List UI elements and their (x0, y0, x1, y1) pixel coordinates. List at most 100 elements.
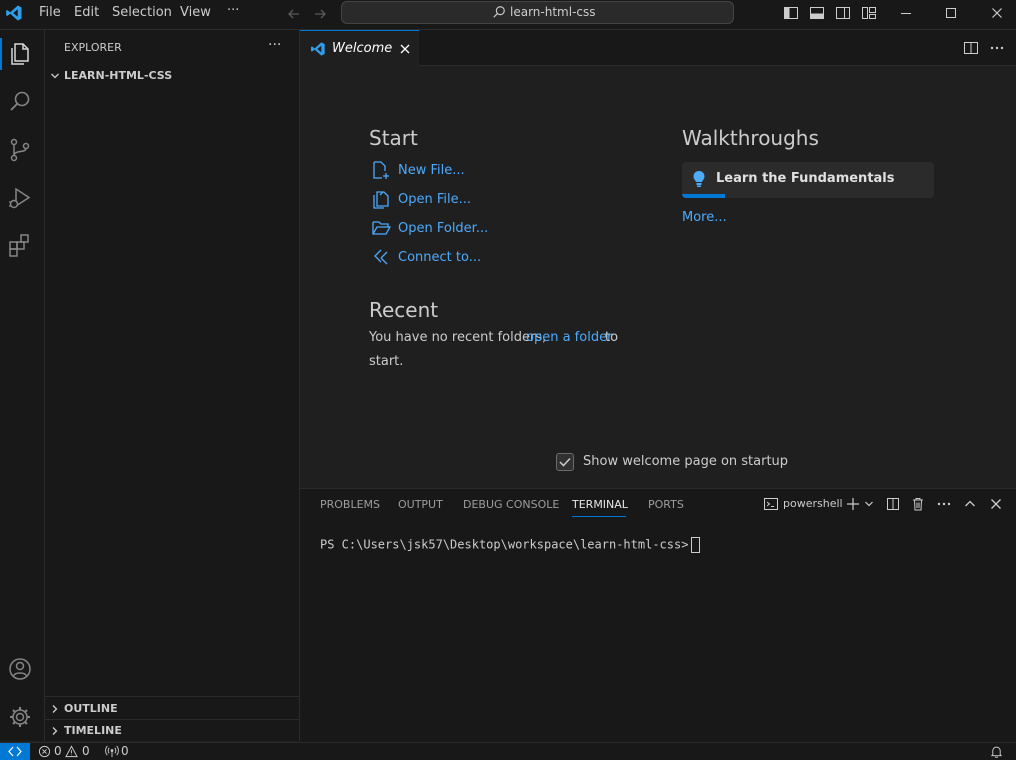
explorer-files-icon[interactable] (6, 40, 34, 68)
terminal-shell-name[interactable]: powershell (783, 497, 843, 510)
editor-tab-bar: Welcome (300, 30, 1016, 66)
terminal-shell-icon (763, 496, 779, 512)
walkthrough-progress-track (682, 194, 934, 198)
chevron-up-icon[interactable] (962, 496, 978, 512)
trash-icon[interactable] (910, 496, 926, 512)
search-icon (492, 5, 506, 19)
more-walkthroughs-link[interactable]: More... (682, 210, 727, 225)
split-terminal-icon[interactable] (885, 496, 901, 512)
terminal-prompt: PS C:\Users\jsk57\Desktop\workspace\lear… (320, 537, 689, 552)
tab-ports[interactable]: PORTS (648, 498, 684, 511)
minimize-icon[interactable] (898, 5, 914, 21)
error-icon (38, 745, 51, 758)
open-a-folder-link[interactable]: open a folder (526, 330, 612, 345)
tab-debug-console[interactable]: DEBUG CONSOLE (463, 498, 559, 511)
vscode-logo-icon (310, 41, 326, 57)
search-icon[interactable] (6, 88, 34, 116)
tab-welcome[interactable]: Welcome (300, 30, 419, 66)
warning-count[interactable]: 0 (82, 744, 90, 758)
toggle-secondary-sidebar-icon[interactable] (835, 5, 851, 21)
broadcast-ports-icon (105, 745, 119, 758)
remote-icon (8, 746, 22, 757)
close-window-icon[interactable] (989, 5, 1005, 21)
customize-layout-icon[interactable] (861, 5, 877, 21)
ports-count[interactable]: 0 (121, 744, 129, 758)
warning-icon (65, 745, 78, 758)
timeline-section-header[interactable]: TIMELINE (45, 720, 299, 742)
recent-heading: Recent (369, 298, 439, 322)
tab-terminal[interactable]: TERMINAL (572, 498, 628, 511)
status-bar: 0 0 0 (0, 742, 1016, 760)
recent-text: You have no recent folders, (369, 330, 547, 345)
command-center-label: learn-html-css (510, 5, 596, 19)
error-count[interactable]: 0 (54, 744, 62, 758)
menu-view[interactable]: View (180, 5, 211, 20)
activity-bar (0, 30, 45, 741)
open-folder-link[interactable]: Open Folder... (398, 221, 488, 236)
back-arrow-icon[interactable] (286, 6, 302, 22)
chevron-down-icon (49, 70, 61, 82)
title-bar: File Edit Selection View ··· learn-html-… (0, 0, 1016, 30)
active-indicator (0, 38, 2, 70)
chevron-right-icon (49, 725, 61, 737)
terminal-cursor (691, 537, 701, 553)
toggle-panel-icon[interactable] (809, 5, 825, 21)
panel-more-actions-icon[interactable] (936, 496, 952, 512)
walkthrough-card[interactable]: Learn the Fundamentals (682, 162, 934, 198)
lightbulb-icon (692, 170, 706, 188)
open-file-link[interactable]: Open File... (398, 192, 471, 207)
extensions-icon[interactable] (6, 232, 34, 260)
show-on-startup-checkbox[interactable] (556, 453, 574, 471)
maximize-icon[interactable] (943, 5, 959, 21)
start-heading: Start (369, 126, 418, 150)
new-file-link[interactable]: New File... (398, 163, 465, 178)
toggle-primary-sidebar-icon[interactable] (783, 5, 799, 21)
bell-icon[interactable] (990, 745, 1003, 758)
walkthrough-progress-fill (682, 194, 725, 198)
outline-section-header[interactable]: OUTLINE (45, 698, 299, 720)
menu-file[interactable]: File (39, 5, 61, 20)
terminal-output[interactable]: PS C:\Users\jsk57\Desktop\workspace\lear… (320, 537, 701, 553)
active-tab-indicator (572, 516, 626, 517)
folder-name: LEARN-HTML-CSS (64, 69, 173, 82)
menu-edit[interactable]: Edit (74, 5, 99, 20)
folder-section-header[interactable]: LEARN-HTML-CSS (45, 65, 299, 87)
chevron-right-icon (49, 703, 61, 715)
gear-icon[interactable] (6, 703, 34, 731)
sidebar-more-button[interactable]: ··· (268, 37, 281, 53)
open-folder-icon (371, 218, 391, 238)
recent-text-to: to (605, 330, 619, 345)
vscode-logo-icon (5, 4, 23, 22)
menu-more[interactable]: ··· (227, 3, 239, 18)
tab-problems[interactable]: PROBLEMS (320, 498, 380, 511)
menu-selection[interactable]: Selection (112, 5, 172, 20)
show-on-startup-label: Show welcome page on startup (583, 454, 789, 469)
forward-arrow-icon[interactable] (312, 6, 328, 22)
close-icon[interactable] (398, 42, 412, 56)
split-editor-icon[interactable] (963, 40, 979, 56)
walkthroughs-heading: Walkthroughs (682, 126, 819, 150)
outline-label: OUTLINE (64, 702, 118, 715)
command-center-search[interactable]: learn-html-css (341, 1, 734, 24)
accounts-icon[interactable] (6, 655, 34, 683)
close-panel-icon[interactable] (988, 496, 1004, 512)
new-terminal-plus-icon[interactable] (845, 496, 861, 512)
sidebar-title: EXPLORER (64, 41, 122, 54)
explorer-sidebar: EXPLORER ··· LEARN-HTML-CSS OUTLINE TIME… (45, 30, 300, 741)
checkmark-icon (559, 457, 571, 467)
welcome-page: Start New File... Open File... Open Fold… (300, 66, 1016, 488)
divider (45, 696, 299, 697)
tab-welcome-label: Welcome (332, 41, 393, 56)
run-debug-icon[interactable] (6, 184, 34, 212)
walkthrough-title: Learn the Fundamentals (716, 171, 895, 186)
connect-to-link[interactable]: Connect to... (398, 250, 481, 265)
remote-indicator[interactable] (0, 743, 30, 760)
editor-more-actions-icon[interactable] (989, 40, 1005, 56)
open-file-icon (371, 189, 391, 209)
source-control-icon[interactable] (6, 136, 34, 164)
chevron-down-icon[interactable] (863, 498, 875, 510)
tab-output[interactable]: OUTPUT (398, 498, 443, 511)
bottom-panel: PROBLEMS OUTPUT DEBUG CONSOLE TERMINAL P… (300, 488, 1016, 742)
remote-connect-icon (371, 247, 391, 267)
new-file-icon (371, 160, 391, 180)
